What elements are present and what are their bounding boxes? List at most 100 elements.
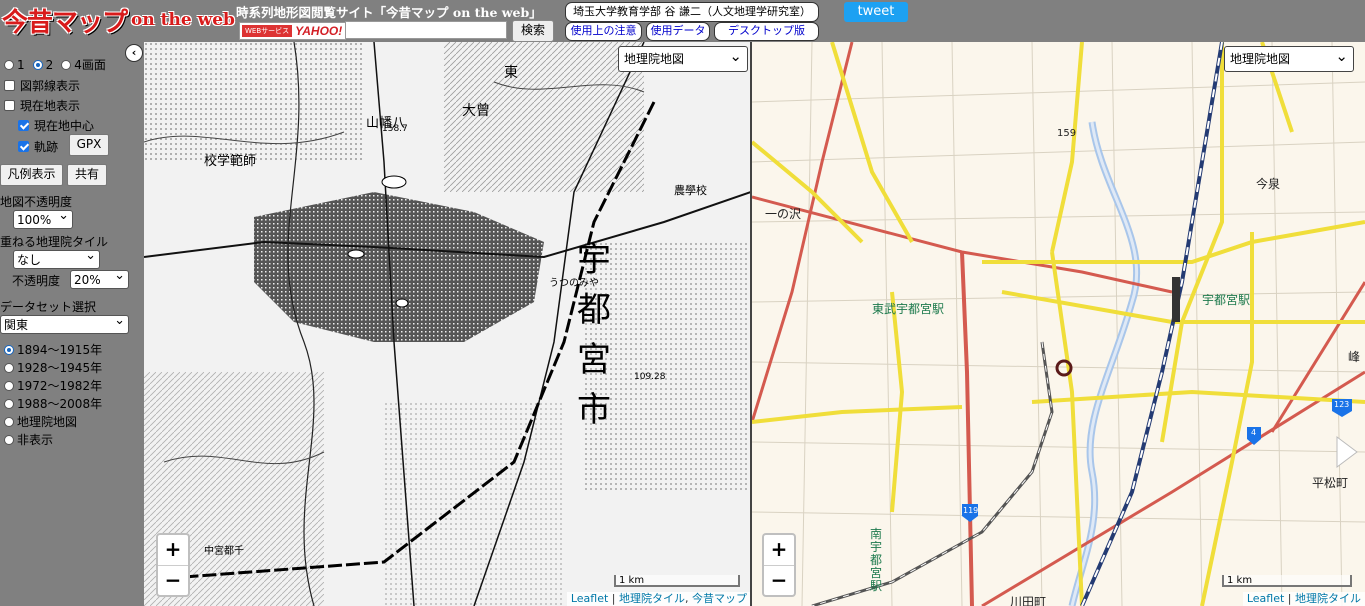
search-button[interactable]: 検索 — [512, 20, 554, 42]
old-map-elevation-label: 158.7 — [382, 124, 408, 134]
period-label: 1928～1945年 — [17, 361, 103, 375]
konjaku-link[interactable]: 今昔マップ — [692, 592, 747, 605]
desktop-version-link[interactable]: デスクトップ版 — [714, 22, 819, 41]
gpx-button[interactable]: GPX — [69, 134, 109, 156]
period-label: 地理院地図 — [17, 415, 78, 429]
left-map-attribution: Leaflet | 地理院タイル, 今昔マップ — [566, 592, 751, 606]
center-current-option[interactable]: 現在地中心 — [18, 117, 94, 134]
place-label-hiramatsu: 平松町 — [1312, 476, 1349, 490]
period-option[interactable]: 1988～2008年 — [4, 395, 102, 412]
route-123-label: 123 — [1334, 400, 1350, 409]
legend-button[interactable]: 凡例表示 — [0, 164, 63, 186]
dataset-label: データセット選択 — [0, 300, 97, 314]
grid-lines-option[interactable]: 図郭線表示 — [4, 77, 80, 94]
period-radio[interactable] — [4, 380, 14, 391]
elevation-label: 159 — [1057, 128, 1077, 139]
usage-notes-link[interactable]: 使用上の注意 — [565, 22, 642, 41]
current-location-option[interactable]: 現在地表示 — [4, 97, 80, 114]
yahoo-logo: YAHOO! — [295, 24, 343, 38]
map-opacity-select[interactable]: 100% — [13, 207, 73, 229]
leaflet-link[interactable]: Leaflet — [571, 592, 608, 605]
left-zoom-control: + − — [156, 533, 190, 597]
grid-lines-checkbox[interactable] — [4, 80, 15, 91]
station-label-jr: 宇都宮駅 — [1202, 293, 1251, 307]
data-used-link[interactable]: 使用データ — [646, 22, 710, 41]
author-credit-link[interactable]: 埼玉大学教育学部 谷 謙二（人文地理学研究室） — [565, 2, 819, 22]
track-label: 軌跡 — [34, 140, 59, 154]
site-title: 時系列地形図閲覧サイト「今昔マップ on the web」 — [236, 5, 542, 20]
gsi-tile-link[interactable]: 地理院タイル — [619, 592, 685, 605]
right-zoom-in-button[interactable]: + — [764, 535, 794, 566]
screen-2-label: 2 — [45, 57, 54, 72]
old-map-city-label: 宮 — [577, 340, 611, 380]
period-radio[interactable] — [4, 416, 14, 427]
gsi-tile-link[interactable]: 地理院タイル — [1295, 592, 1361, 605]
track-checkbox[interactable] — [18, 141, 29, 152]
screen-4-label: 4画面 — [74, 58, 106, 72]
screen-count-selector: 1 2 4画面 — [4, 56, 106, 73]
place-label-imaizumi: 今泉 — [1256, 177, 1281, 191]
period-radio[interactable] — [4, 362, 14, 373]
overlay-opacity-label: 不透明度 — [12, 274, 61, 288]
right-map-layer-select[interactable]: 地理院地図 — [1224, 44, 1354, 72]
logo-text-en: on the web — [131, 10, 235, 30]
overlay-tile-select[interactable]: なし — [13, 247, 100, 269]
center-current-label: 現在地中心 — [34, 119, 95, 133]
place-label-kawada: 川田町 — [1010, 595, 1047, 606]
yahoo-webservice-label: WEBサービス — [242, 25, 293, 37]
left-map-layer-select[interactable]: 地理院地図 — [618, 44, 748, 72]
site-logo[interactable]: 今昔マップ on the web — [2, 3, 235, 38]
period-label: 1894～1915年 — [17, 343, 103, 357]
left-zoom-out-button[interactable]: − — [158, 566, 188, 596]
period-option[interactable]: 1972～1982年 — [4, 377, 102, 394]
old-map-kana-label: うつのみや — [549, 278, 599, 289]
left-scale-bar: 1 km — [614, 575, 740, 587]
period-option[interactable]: 非表示 — [4, 431, 53, 448]
screen-2-radio[interactable] — [32, 59, 43, 70]
route-119-label: 119 — [963, 506, 979, 515]
yahoo-credit-badge[interactable]: WEBサービス YAHOO! — [239, 22, 346, 40]
collapse-sidebar-button[interactable]: ‹ — [125, 44, 143, 62]
station-label-minami: 南宇都宮駅 — [870, 527, 883, 593]
logo-text-jp: 今昔マップ — [2, 7, 128, 38]
period-radio[interactable] — [4, 398, 14, 409]
period-radio[interactable] — [4, 344, 14, 355]
place-label-ichinosawa: 一の沢 — [765, 207, 802, 221]
old-map-city-label: 都 — [577, 290, 611, 330]
period-label: 1972～1982年 — [17, 379, 103, 393]
period-label: 1988～2008年 — [17, 397, 103, 411]
screen-1-label: 1 — [17, 57, 25, 72]
old-map-city-label: 市 — [577, 390, 611, 430]
current-location-checkbox[interactable] — [4, 100, 15, 111]
place-search-input[interactable] — [345, 21, 507, 39]
modern-map-pane[interactable]: 一の沢 今泉 東武宇都宮駅 宇都宮駅 平松町 川田町 南宇都宮駅 峰 159 1… — [752, 42, 1365, 606]
old-map-ohsone-label: 大曾 — [462, 103, 490, 119]
period-option[interactable]: 1928～1945年 — [4, 359, 102, 376]
screen-4-radio[interactable] — [61, 59, 72, 70]
dataset-select[interactable]: 関東 — [0, 312, 129, 334]
right-zoom-out-button[interactable]: − — [764, 566, 794, 596]
leaflet-link[interactable]: Leaflet — [1247, 592, 1284, 605]
period-radio[interactable] — [4, 434, 14, 445]
grid-lines-label: 図郭線表示 — [20, 79, 81, 93]
track-option[interactable]: 軌跡 — [18, 138, 58, 155]
top-bar: 今昔マップ on the web 時系列地形図閲覧サイト「今昔マップ on th… — [0, 0, 1365, 42]
old-map-nakamiya-label: 中宮都千 — [204, 546, 244, 557]
right-map-attribution: Leaflet | 地理院タイル — [1242, 592, 1365, 606]
period-option[interactable]: 1894～1915年 — [4, 341, 102, 358]
center-current-checkbox[interactable] — [18, 120, 29, 131]
right-scale-bar: 1 km — [1222, 575, 1352, 587]
old-map-pane[interactable]: 宇 都 宮 市 うつのみや 東 校学範師 山幡八 大曾 158.7 109.28… — [144, 42, 751, 606]
old-map-elevation-label: 109.28 — [634, 372, 666, 382]
period-label: 非表示 — [17, 433, 54, 447]
old-map-agri-school-label: 農學校 — [674, 184, 707, 197]
share-button[interactable]: 共有 — [67, 164, 107, 186]
overlay-opacity-select[interactable]: 20% — [70, 267, 129, 289]
right-zoom-control: + − — [762, 533, 796, 597]
screen-1-radio[interactable] — [4, 59, 14, 70]
left-zoom-in-button[interactable]: + — [158, 535, 188, 566]
control-sidebar: ‹ 1 2 4画面 図郭線表示 現在地表示 現在地中心 軌跡 GPX 凡例表示 … — [0, 42, 144, 606]
station-label-tobu: 東武宇都宮駅 — [872, 302, 945, 316]
tweet-button[interactable]: tweet — [844, 2, 908, 22]
period-option[interactable]: 地理院地図 — [4, 413, 77, 430]
